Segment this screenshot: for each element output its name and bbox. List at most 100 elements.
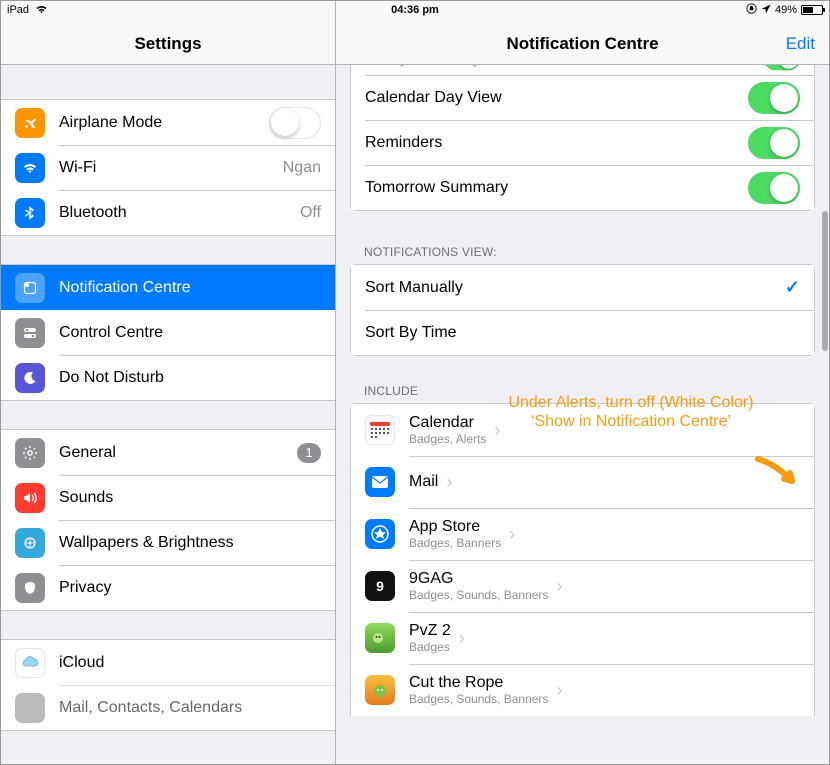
tomorrow-summary-label: Tomorrow Summary [365, 179, 748, 197]
detail-pane: Notification Centre Edit Today Summary C… [336, 1, 829, 764]
wallpapers-row[interactable]: Wallpapers & Brightness [1, 520, 335, 565]
chevron-right-icon: › [556, 680, 562, 701]
battery-pct: 49% [775, 4, 797, 16]
dnd-icon [15, 363, 45, 393]
general-row[interactable]: General 1 [1, 430, 335, 475]
wallpapers-icon [15, 528, 45, 558]
airplane-toggle[interactable] [269, 107, 321, 139]
app-name: PvZ 2 [409, 622, 451, 640]
wifi-row[interactable]: Wi-Fi Ngan [1, 145, 335, 190]
app-appstore-row[interactable]: App Store Badges, Banners › [351, 508, 814, 560]
app-pvz2-row[interactable]: PvZ 2 Badges › [351, 612, 814, 664]
status-bar: iPad 04:36 pm 49% [1, 1, 829, 19]
annotation-line2: ‘Show in Notification Centre’ [531, 413, 731, 430]
today-summary-label: Today Summary [365, 65, 748, 68]
control-centre-row[interactable]: Control Centre [1, 310, 335, 355]
icloud-icon [15, 648, 45, 678]
battery-icon [801, 5, 823, 15]
notification-centre-label: Notification Centre [59, 279, 321, 297]
app-name: Cut the Rope [409, 674, 548, 692]
bluetooth-icon [15, 198, 45, 228]
detail-title: Notification Centre [506, 34, 658, 54]
gear-icon [15, 438, 45, 468]
calendar-app-icon [365, 415, 395, 445]
dnd-row[interactable]: Do Not Disturb [1, 355, 335, 400]
annotation-text: Under Alerts, turn off (White Color) ‘Sh… [446, 393, 816, 431]
reminders-label: Reminders [365, 134, 748, 152]
today-summary-row[interactable]: Today Summary [351, 65, 814, 75]
app-mail-row[interactable]: Mail › [351, 456, 814, 508]
app-detail: Badges, Sounds, Banners [409, 692, 548, 706]
icloud-row[interactable]: iCloud [1, 640, 335, 685]
edit-button[interactable]: Edit [786, 34, 815, 54]
dnd-label: Do Not Disturb [59, 369, 321, 387]
app-detail: Badges, Alerts [409, 432, 486, 446]
mail-contacts-label: Mail, Contacts, Calendars [59, 699, 321, 717]
app-9gag-row[interactable]: 9 9GAG Badges, Sounds, Banners › [351, 560, 814, 612]
mail-app-icon [365, 467, 395, 497]
tomorrow-summary-row[interactable]: Tomorrow Summary [351, 165, 814, 210]
bluetooth-value: Off [300, 204, 321, 222]
calendar-day-view-toggle[interactable] [748, 82, 800, 114]
chevron-right-icon: › [556, 576, 562, 597]
mail-contacts-icon [15, 693, 45, 723]
chevron-right-icon: › [509, 524, 515, 545]
device-frame: iPad 04:36 pm 49% Settings [0, 0, 830, 765]
scrollbar-indicator[interactable] [822, 211, 828, 351]
general-label: General [59, 444, 297, 462]
location-icon [761, 4, 771, 17]
reminders-toggle[interactable] [748, 127, 800, 159]
appstore-app-icon [365, 519, 395, 549]
app-name: App Store [409, 518, 501, 536]
annotation-line1: Under Alerts, turn off (White Color) [508, 394, 753, 411]
sort-manually-row[interactable]: Sort Manually ✓ [351, 265, 814, 310]
calendar-day-view-row[interactable]: Calendar Day View [351, 75, 814, 120]
bluetooth-row[interactable]: Bluetooth Off [1, 190, 335, 235]
clock: 04:36 pm [1, 4, 829, 16]
carrier-label: iPad [7, 4, 29, 16]
notification-centre-icon [15, 273, 45, 303]
privacy-row[interactable]: Privacy [1, 565, 335, 610]
calendar-day-view-label: Calendar Day View [365, 89, 748, 107]
sort-manually-label: Sort Manually [365, 279, 785, 297]
app-name: 9GAG [409, 570, 548, 588]
notification-centre-row[interactable]: Notification Centre [1, 265, 335, 310]
privacy-label: Privacy [59, 579, 321, 597]
airplane-label: Airplane Mode [59, 114, 269, 132]
app-cut-the-rope-row[interactable]: Cut the Rope Badges, Sounds, Banners › [351, 664, 814, 716]
general-badge: 1 [297, 443, 321, 463]
today-summary-toggle[interactable] [764, 65, 800, 70]
tomorrow-summary-toggle[interactable] [748, 172, 800, 204]
wifi-value: Ngan [283, 159, 321, 177]
chevron-right-icon: › [446, 472, 452, 493]
privacy-icon [15, 573, 45, 603]
sidebar-title: Settings [134, 34, 201, 54]
airplane-icon [15, 108, 45, 138]
annotation-arrow-icon [754, 453, 802, 493]
pvz2-app-icon [365, 623, 395, 653]
notifications-view-header: NOTIFICATIONS VIEW: [336, 239, 829, 264]
wifi-label: Wi-Fi [59, 159, 283, 177]
chevron-right-icon: › [459, 628, 465, 649]
reminders-row[interactable]: Reminders [351, 120, 814, 165]
sort-by-time-label: Sort By Time [365, 324, 800, 342]
app-detail: Badges [409, 640, 451, 654]
wallpapers-label: Wallpapers & Brightness [59, 534, 321, 552]
orientation-lock-icon [746, 3, 757, 17]
app-detail: Badges, Sounds, Banners [409, 588, 548, 602]
wifi-icon [35, 4, 48, 17]
airplane-mode-row[interactable]: Airplane Mode [1, 100, 335, 145]
sounds-row[interactable]: Sounds [1, 475, 335, 520]
icloud-label: iCloud [59, 654, 321, 672]
cut-the-rope-app-icon [365, 675, 395, 705]
check-icon: ✓ [785, 277, 800, 298]
app-name: Mail [409, 473, 438, 491]
wifi-row-icon [15, 153, 45, 183]
control-centre-icon [15, 318, 45, 348]
control-centre-label: Control Centre [59, 324, 321, 342]
mail-contacts-row[interactable]: Mail, Contacts, Calendars [1, 685, 335, 730]
app-detail: Badges, Banners [409, 536, 501, 550]
sounds-label: Sounds [59, 489, 321, 507]
sounds-icon [15, 483, 45, 513]
sort-by-time-row[interactable]: Sort By Time [351, 310, 814, 355]
